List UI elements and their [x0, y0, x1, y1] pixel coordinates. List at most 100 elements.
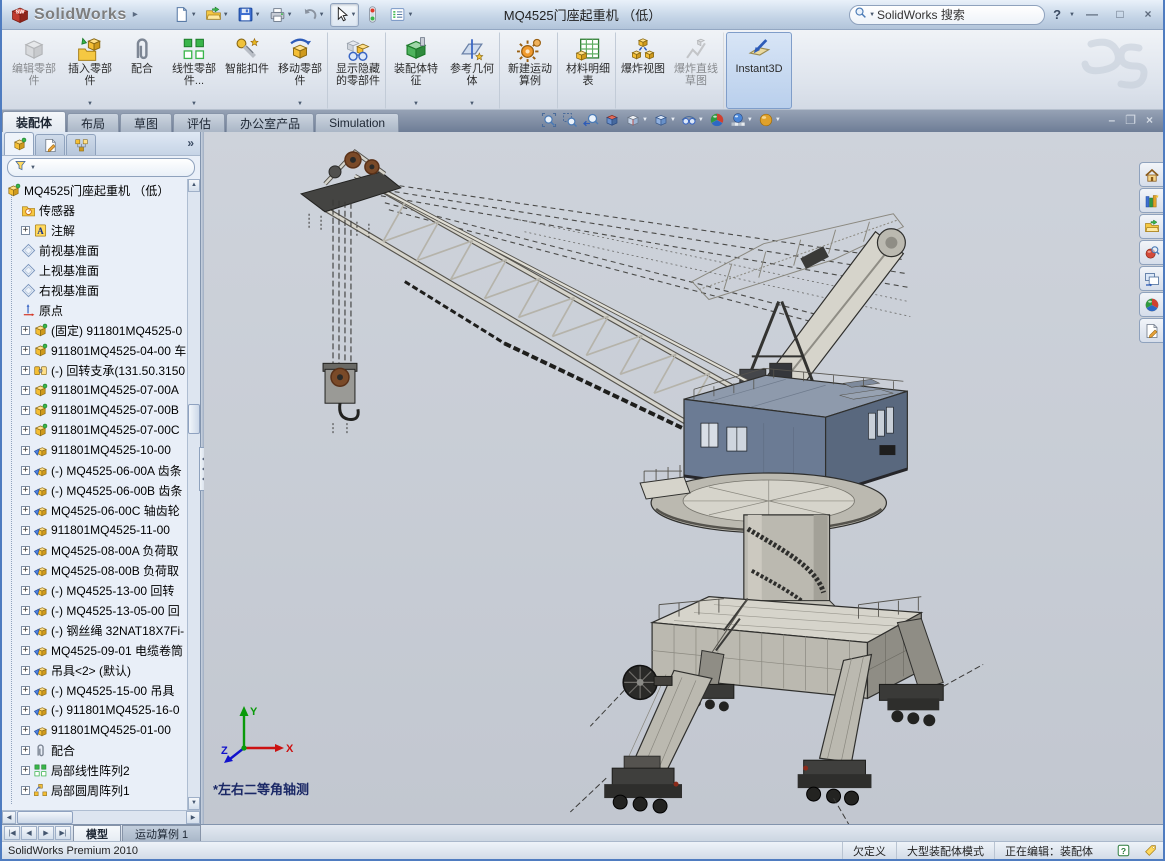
menu-expand-icon[interactable]: ▸	[133, 9, 138, 20]
tree-item[interactable]: + (-) 钢丝绳 32NAT18X7Fi-	[5, 620, 186, 640]
tab-layout[interactable]: 布局	[67, 113, 119, 132]
tree-item[interactable]: + (-) MQ4525-13-05-00 回	[5, 600, 186, 620]
taskpane-file-explorer-tab[interactable]	[1139, 214, 1163, 239]
search-box[interactable]: ▼	[849, 5, 1045, 25]
document-close-button[interactable]: ×	[1146, 112, 1153, 128]
tree-item[interactable]: + (-) MQ4525-06-00B 齿条	[5, 480, 186, 500]
document-restore-button[interactable]: ❐	[1125, 112, 1136, 128]
taskpane-view-palette-tab[interactable]	[1139, 266, 1163, 291]
tree-item[interactable]: + (-) MQ4525-13-00 回转	[5, 580, 186, 600]
assembly-features-button[interactable]: 装配体特征 ▼	[388, 32, 444, 109]
scrollbar-thumb[interactable]	[17, 811, 73, 824]
zoom-to-area-button[interactable]	[561, 111, 579, 129]
display-settings-button[interactable]: ▼	[386, 3, 416, 27]
tree-item[interactable]: + (-) MQ4525-06-00A 齿条	[5, 460, 186, 480]
dropdown-arrow-icon[interactable]: ▼	[87, 100, 93, 107]
taskpane-custom-properties-tab[interactable]	[1139, 318, 1163, 343]
dropdown-arrow-icon[interactable]: ▼	[287, 12, 293, 18]
expand-toggle-icon[interactable]: +	[21, 546, 30, 555]
show-hidden-components-button[interactable]: 显示隐藏的零部件	[330, 32, 386, 109]
dropdown-arrow-icon[interactable]: ▼	[407, 12, 413, 18]
app-logo[interactable]: SolidWorks ▸	[6, 5, 142, 25]
panel-chevron-icon[interactable]: »	[187, 136, 194, 150]
tab-office-products[interactable]: 办公室产品	[226, 113, 314, 132]
expand-toggle-icon[interactable]: +	[21, 446, 30, 455]
tree-root-assembly[interactable]: MQ4525门座起重机 （低）	[5, 180, 186, 200]
expand-toggle-icon[interactable]: +	[21, 606, 30, 615]
taskpane-appearances-tab[interactable]	[1139, 292, 1163, 317]
expand-toggle-icon[interactable]: +	[21, 666, 30, 675]
tree-item[interactable]: + 911801MQ4525-04-00 车	[5, 340, 186, 360]
tree-item-linear-pattern[interactable]: + 局部线性阵列2	[5, 760, 186, 780]
model-tab[interactable]: 模型	[73, 825, 121, 841]
expand-toggle-icon[interactable]: +	[21, 566, 30, 575]
help-dropdown-icon[interactable]: ▼	[1069, 12, 1075, 18]
linear-component-pattern-button[interactable]: 线性零部件... ▼	[166, 32, 222, 109]
scroll-left-icon[interactable]: ◀	[2, 811, 16, 824]
tree-item[interactable]: + 吊具<2> (默认)	[5, 660, 186, 680]
dropdown-arrow-icon[interactable]: ▼	[191, 100, 197, 107]
reference-geometry-button[interactable]: 参考几何体 ▼	[444, 32, 500, 109]
undo-button[interactable]: ▼	[298, 3, 328, 27]
tree-vertical-scrollbar[interactable]: ▲ ▼	[187, 179, 200, 810]
minimize-button[interactable]: —	[1081, 6, 1103, 24]
instant3d-button[interactable]: Instant3D	[726, 32, 792, 109]
prev-tab-button[interactable]: ◀	[21, 826, 37, 840]
tree-item[interactable]: + 911801MQ4525-01-00	[5, 720, 186, 740]
taskpane-search-tab[interactable]	[1139, 240, 1163, 265]
new-motion-study-button[interactable]: 新建运动算例	[502, 32, 558, 109]
close-button[interactable]: ×	[1137, 6, 1159, 24]
tree-item-front-plane[interactable]: 前视基准面	[5, 240, 186, 260]
tree-item[interactable]: + 911801MQ4525-07-00B	[5, 400, 186, 420]
tree-item[interactable]: + MQ4525-06-00C 轴齿轮	[5, 500, 186, 520]
expand-toggle-icon[interactable]: +	[21, 226, 30, 235]
tree-item[interactable]: + MQ4525-08-00A 负荷取	[5, 540, 186, 560]
dropdown-arrow-icon[interactable]: ▼	[319, 12, 325, 18]
tab-simulation[interactable]: Simulation	[315, 113, 399, 132]
new-document-button[interactable]: ▼	[170, 3, 200, 27]
tree-item-annotations[interactable]: + 注解	[5, 220, 186, 240]
print-button[interactable]: ▼	[266, 3, 296, 27]
expand-toggle-icon[interactable]: +	[21, 386, 30, 395]
tree-item[interactable]: + (-) 回转支承(131.50.3150	[5, 360, 186, 380]
tree-item[interactable]: + 911801MQ4525-11-00	[5, 520, 186, 540]
quick-tips-help-icon[interactable]	[1117, 844, 1130, 857]
expand-toggle-icon[interactable]: +	[21, 726, 30, 735]
save-button[interactable]: ▼	[234, 3, 264, 27]
expand-toggle-icon[interactable]: +	[21, 466, 30, 475]
rebuild-button[interactable]	[361, 3, 384, 27]
move-component-button[interactable]: 移动零部件 ▼	[272, 32, 328, 109]
expand-toggle-icon[interactable]: +	[21, 426, 30, 435]
tree-item[interactable]: + 911801MQ4525-07-00C	[5, 420, 186, 440]
graphics-viewport[interactable]: Y X Z *左右二等角轴测	[204, 132, 1163, 824]
tree-item-sensors[interactable]: 传感器	[5, 200, 186, 220]
tree-item[interactable]: + MQ4525-09-01 电缆卷筒	[5, 640, 186, 660]
expand-toggle-icon[interactable]: +	[21, 506, 30, 515]
last-tab-button[interactable]: ▶|	[55, 826, 71, 840]
document-minimize-button[interactable]: –	[1109, 112, 1116, 128]
expand-toggle-icon[interactable]: +	[21, 346, 30, 355]
section-view-button[interactable]	[603, 111, 621, 129]
tree-item[interactable]: + 911801MQ4525-07-00A	[5, 380, 186, 400]
mate-button[interactable]: 配合	[118, 32, 166, 109]
dropdown-arrow-icon[interactable]: ▼	[469, 100, 475, 107]
tab-assembly[interactable]: 装配体	[2, 111, 66, 132]
view-settings-button[interactable]: ▼	[757, 111, 782, 129]
tree-item-circular-pattern[interactable]: + 局部圆周阵列1	[5, 780, 186, 800]
explode-line-sketch-button[interactable]: 爆炸直线草图	[668, 32, 724, 109]
tab-evaluate[interactable]: 评估	[173, 113, 225, 132]
expand-toggle-icon[interactable]: +	[21, 586, 30, 595]
dropdown-arrow-icon[interactable]: ▼	[698, 117, 704, 123]
dropdown-arrow-icon[interactable]: ▼	[670, 117, 676, 123]
expand-toggle-icon[interactable]: +	[21, 746, 30, 755]
bill-of-materials-button[interactable]: 材料明细表	[560, 32, 616, 109]
expand-toggle-icon[interactable]: +	[21, 366, 30, 375]
edit-appearance-button[interactable]	[708, 111, 726, 129]
tree-item[interactable]: + (-) 911801MQ4525-16-0	[5, 700, 186, 720]
expand-toggle-icon[interactable]: +	[21, 706, 30, 715]
maximize-button[interactable]: □	[1109, 6, 1131, 24]
expand-toggle-icon[interactable]: +	[21, 686, 30, 695]
featuremanager-tab[interactable]	[4, 132, 34, 155]
zoom-to-fit-button[interactable]	[540, 111, 558, 129]
first-tab-button[interactable]: |◀	[4, 826, 20, 840]
